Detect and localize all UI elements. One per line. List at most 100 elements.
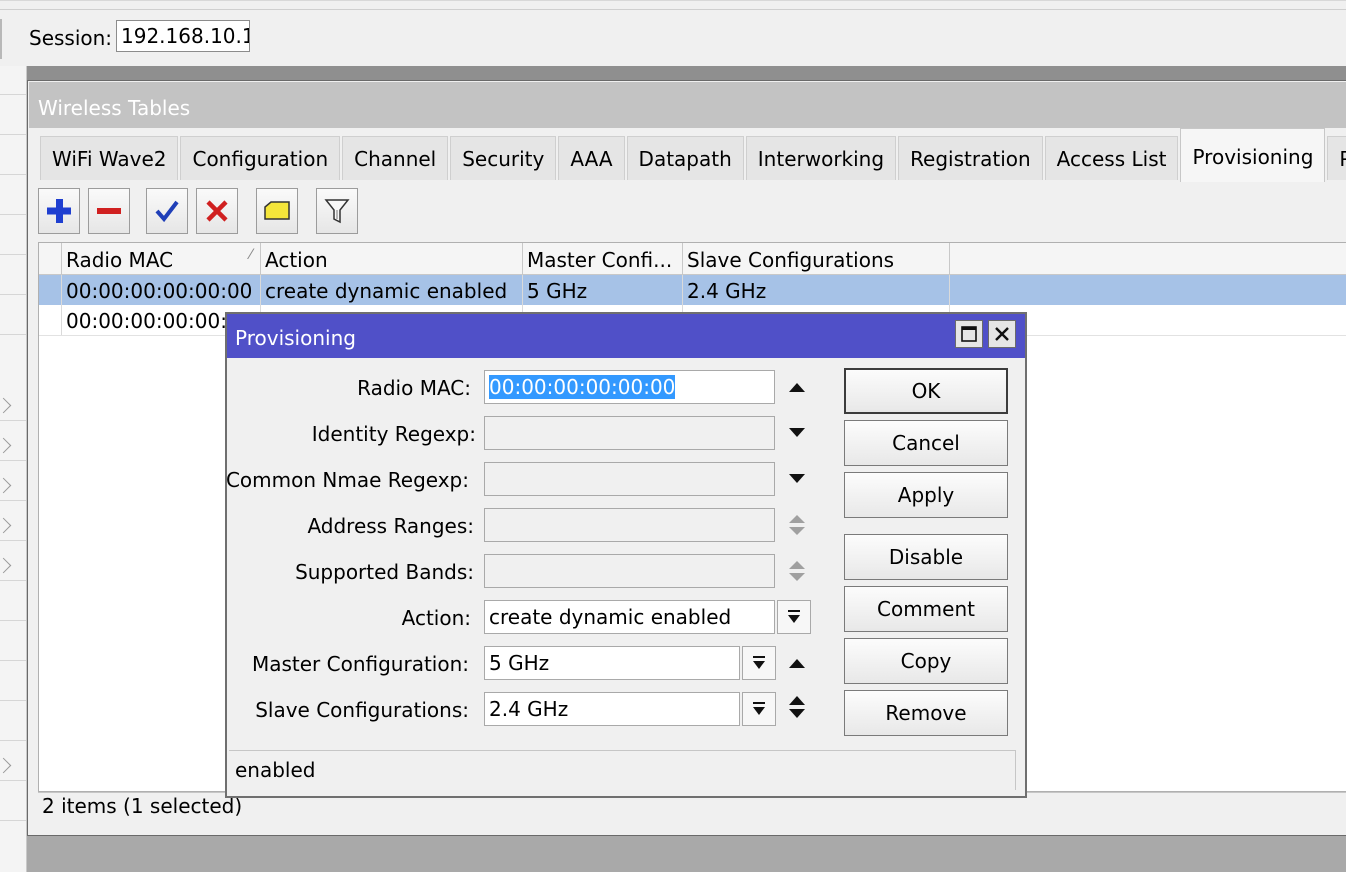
session-input[interactable]: 192.168.10.1 (116, 20, 250, 52)
side-menu-divider (0, 174, 26, 175)
window-title-bar[interactable] (29, 82, 1346, 128)
supported-bands-input[interactable] (484, 554, 775, 588)
row-indicator-divider (61, 275, 62, 335)
apply-button[interactable]: Apply (844, 472, 1008, 518)
common-name-regexp-input[interactable] (484, 462, 775, 496)
side-menu-divider (0, 334, 26, 335)
side-menu-strip (0, 66, 27, 872)
column-header-master-configuration[interactable]: Master Confi... (523, 243, 683, 275)
dialog-status-bar (229, 750, 1016, 791)
comment-button[interactable]: Comment (844, 586, 1008, 632)
common-name-regexp-label: Common Nmae Regexp: (225, 468, 469, 492)
master-configuration-label: Master Configuration: (251, 652, 469, 676)
tab-interworking[interactable]: Interworking (745, 136, 897, 180)
identity-regexp-label: Identity Regexp: (311, 422, 476, 446)
column-header-radio-mac[interactable]: Radio MAC ⁄ (62, 243, 261, 275)
tab-registration[interactable]: Registration (898, 136, 1043, 180)
disable-button[interactable] (196, 188, 238, 234)
enable-button[interactable] (146, 188, 188, 234)
toolbar-separator (0, 19, 2, 59)
radio-mac-label: Radio MAC: (357, 376, 471, 400)
column-header-filler (950, 243, 1346, 275)
tab-security[interactable]: Security (450, 136, 557, 180)
add-remove-arrows-icon[interactable] (786, 696, 808, 718)
session-label: Session: (29, 26, 113, 50)
tab-bar: WiFi Wave2 Configuration Channel Securit… (40, 128, 1346, 182)
table-status-text: 2 items (1 selected) (42, 794, 243, 818)
side-menu-divider (0, 500, 26, 501)
action-dropdown-button[interactable] (777, 600, 811, 634)
add-button[interactable] (38, 188, 80, 234)
chevron-right-icon[interactable] (0, 517, 12, 534)
dropdown-arrow-icon (753, 656, 765, 669)
tab-wifi-wave2[interactable]: WiFi Wave2 (40, 136, 179, 180)
chevron-right-icon[interactable] (0, 557, 12, 574)
side-menu-divider (0, 740, 26, 741)
action-select[interactable]: create dynamic enabled (484, 600, 775, 634)
side-menu-divider (0, 580, 26, 581)
tab-configuration[interactable]: Configuration (180, 136, 341, 180)
maximize-button[interactable] (955, 320, 983, 348)
side-menu-divider (0, 134, 26, 135)
cell-slave-configurations: 2.4 GHz (683, 275, 950, 305)
top-divider (0, 9, 1346, 10)
chevron-right-icon[interactable] (0, 477, 12, 494)
master-configuration-dropdown-button[interactable] (742, 646, 776, 680)
expand-down-icon[interactable] (786, 468, 808, 490)
column-header-slave-configurations[interactable]: Slave Configurations (683, 243, 950, 275)
collapse-up-icon[interactable] (786, 652, 808, 674)
tab-provisioning[interactable]: Provisioning (1180, 128, 1326, 182)
side-menu-divider (0, 540, 26, 541)
chevron-right-icon[interactable] (0, 437, 12, 454)
address-ranges-label: Address Ranges: (307, 514, 474, 538)
slave-configurations-dropdown-button[interactable] (742, 692, 776, 726)
ok-button[interactable]: OK (844, 368, 1008, 414)
cell-radio-mac: 00:00:00:00:00:00 (62, 275, 261, 305)
workspace-bottom (27, 836, 1346, 872)
close-button[interactable] (988, 320, 1016, 348)
radio-mac-value: 00:00:00:00:00:00 (489, 375, 676, 399)
chevron-right-icon[interactable] (0, 757, 12, 774)
slave-configurations-select[interactable]: 2.4 GHz (484, 692, 740, 726)
copy-button[interactable]: Copy (844, 638, 1008, 684)
tab-overflow[interactable]: P (1327, 136, 1346, 180)
side-menu-divider (0, 820, 26, 821)
column-header-label: Radio MAC (66, 248, 174, 272)
cell-master-configuration: 5 GHz (523, 275, 683, 305)
identity-regexp-input[interactable] (484, 416, 775, 450)
up-down-arrows-icon (786, 560, 808, 582)
collapse-up-icon[interactable] (786, 376, 808, 398)
radio-mac-input[interactable]: 00:00:00:00:00:00 (484, 370, 775, 404)
side-menu-divider (0, 660, 26, 661)
cancel-button[interactable]: Cancel (844, 420, 1008, 466)
address-ranges-input[interactable] (484, 508, 775, 542)
tab-channel[interactable]: Channel (342, 136, 449, 180)
side-menu-divider (0, 254, 26, 255)
tab-datapath[interactable]: Datapath (626, 136, 744, 180)
tab-aaa[interactable]: AAA (558, 136, 625, 180)
workspace-border (27, 66, 1346, 80)
table-row[interactable]: 00:00:00:00:00:00 create dynamic enabled… (39, 275, 1346, 305)
side-menu-divider (0, 780, 26, 781)
row-indicator-header (39, 243, 62, 275)
tab-access-list[interactable]: Access List (1044, 136, 1179, 180)
up-down-arrows-icon (786, 514, 808, 536)
expand-down-icon[interactable] (786, 422, 808, 444)
filter-button[interactable] (316, 188, 358, 234)
comment-button[interactable] (256, 188, 298, 234)
master-configuration-select[interactable]: 5 GHz (484, 646, 740, 680)
comment-icon (264, 201, 290, 220)
filter-icon (324, 199, 350, 224)
remove-button[interactable]: Remove (844, 690, 1008, 736)
remove-button[interactable] (88, 188, 130, 234)
dropdown-arrow-icon (753, 702, 765, 715)
chevron-right-icon[interactable] (0, 397, 12, 414)
column-header-action[interactable]: Action (261, 243, 523, 275)
disable-button[interactable]: Disable (844, 534, 1008, 580)
side-menu-divider (0, 700, 26, 701)
action-label: Action: (401, 606, 471, 630)
dialog-title: Provisioning (235, 326, 356, 350)
side-menu-divider (0, 214, 26, 215)
side-menu-divider (0, 94, 26, 95)
cell-action: create dynamic enabled (261, 275, 523, 305)
